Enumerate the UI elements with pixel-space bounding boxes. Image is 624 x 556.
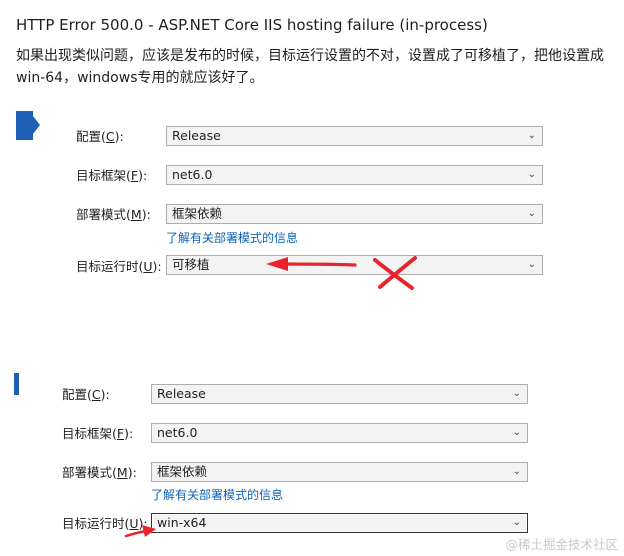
framework-select[interactable]: net6.0 ⌄ xyxy=(166,165,543,185)
chevron-down-icon: ⌄ xyxy=(512,517,521,528)
target-runtime-label: 目标运行时(U): xyxy=(62,516,148,531)
config-select-value: Release xyxy=(157,386,206,401)
chevron-down-icon: ⌄ xyxy=(512,427,521,438)
deploy-mode-info-link[interactable]: 了解有关部署模式的信息 xyxy=(166,230,298,246)
section-marker-before-tip xyxy=(33,116,40,134)
target-runtime-select[interactable]: 可移植 ⌄ xyxy=(166,255,543,275)
watermark: @稀土掘金技术社区 xyxy=(505,537,618,552)
target-runtime-label: 目标运行时(U): xyxy=(76,259,162,274)
chevron-down-icon: ⌄ xyxy=(512,388,521,399)
config-label: 配置(C): xyxy=(76,129,124,144)
framework-label: 目标框架(F): xyxy=(62,426,134,441)
deploy-mode-select-value: 框架依赖 xyxy=(157,464,208,479)
chevron-down-icon: ⌄ xyxy=(512,466,521,477)
target-runtime-select-value: 可移植 xyxy=(172,257,210,272)
target-runtime-select[interactable]: win-x64 ⌄ xyxy=(151,513,528,533)
deploy-mode-label: 部署模式(M): xyxy=(62,465,137,480)
config-label: 配置(C): xyxy=(62,387,110,402)
chevron-down-icon: ⌄ xyxy=(527,169,536,180)
chevron-down-icon: ⌄ xyxy=(527,208,536,219)
explanation-line-1: 如果出现类似问题，应该是发布的时候，目标运行设置的不对，设置成了可移植了，把他设… xyxy=(16,48,604,64)
explanation-paragraph: 如果出现类似问题，应该是发布的时候，目标运行设置的不对，设置成了可移植了，把他设… xyxy=(16,45,616,89)
deploy-mode-select[interactable]: 框架依赖 ⌄ xyxy=(151,462,528,482)
framework-select[interactable]: net6.0 ⌄ xyxy=(151,423,528,443)
config-select-value: Release xyxy=(172,128,221,143)
deploy-mode-select-value: 框架依赖 xyxy=(172,206,223,221)
framework-select-value: net6.0 xyxy=(172,167,213,182)
target-runtime-select-value: win-x64 xyxy=(157,515,207,530)
framework-select-value: net6.0 xyxy=(157,425,198,440)
section-marker-after xyxy=(14,373,19,395)
section-marker-before xyxy=(16,111,33,140)
config-select[interactable]: Release ⌄ xyxy=(166,126,543,146)
framework-label: 目标框架(F): xyxy=(76,168,148,183)
deploy-mode-select[interactable]: 框架依赖 ⌄ xyxy=(166,204,543,224)
deploy-mode-info-link[interactable]: 了解有关部署模式的信息 xyxy=(151,487,283,503)
config-select[interactable]: Release ⌄ xyxy=(151,384,528,404)
chevron-down-icon: ⌄ xyxy=(527,259,536,270)
page-title: HTTP Error 500.0 - ASP.NET Core IIS host… xyxy=(16,16,488,34)
chevron-down-icon: ⌄ xyxy=(527,130,536,141)
explanation-line-2: win-64，windows专用的就应该好了。 xyxy=(16,70,264,86)
deploy-mode-label: 部署模式(M): xyxy=(76,207,151,222)
